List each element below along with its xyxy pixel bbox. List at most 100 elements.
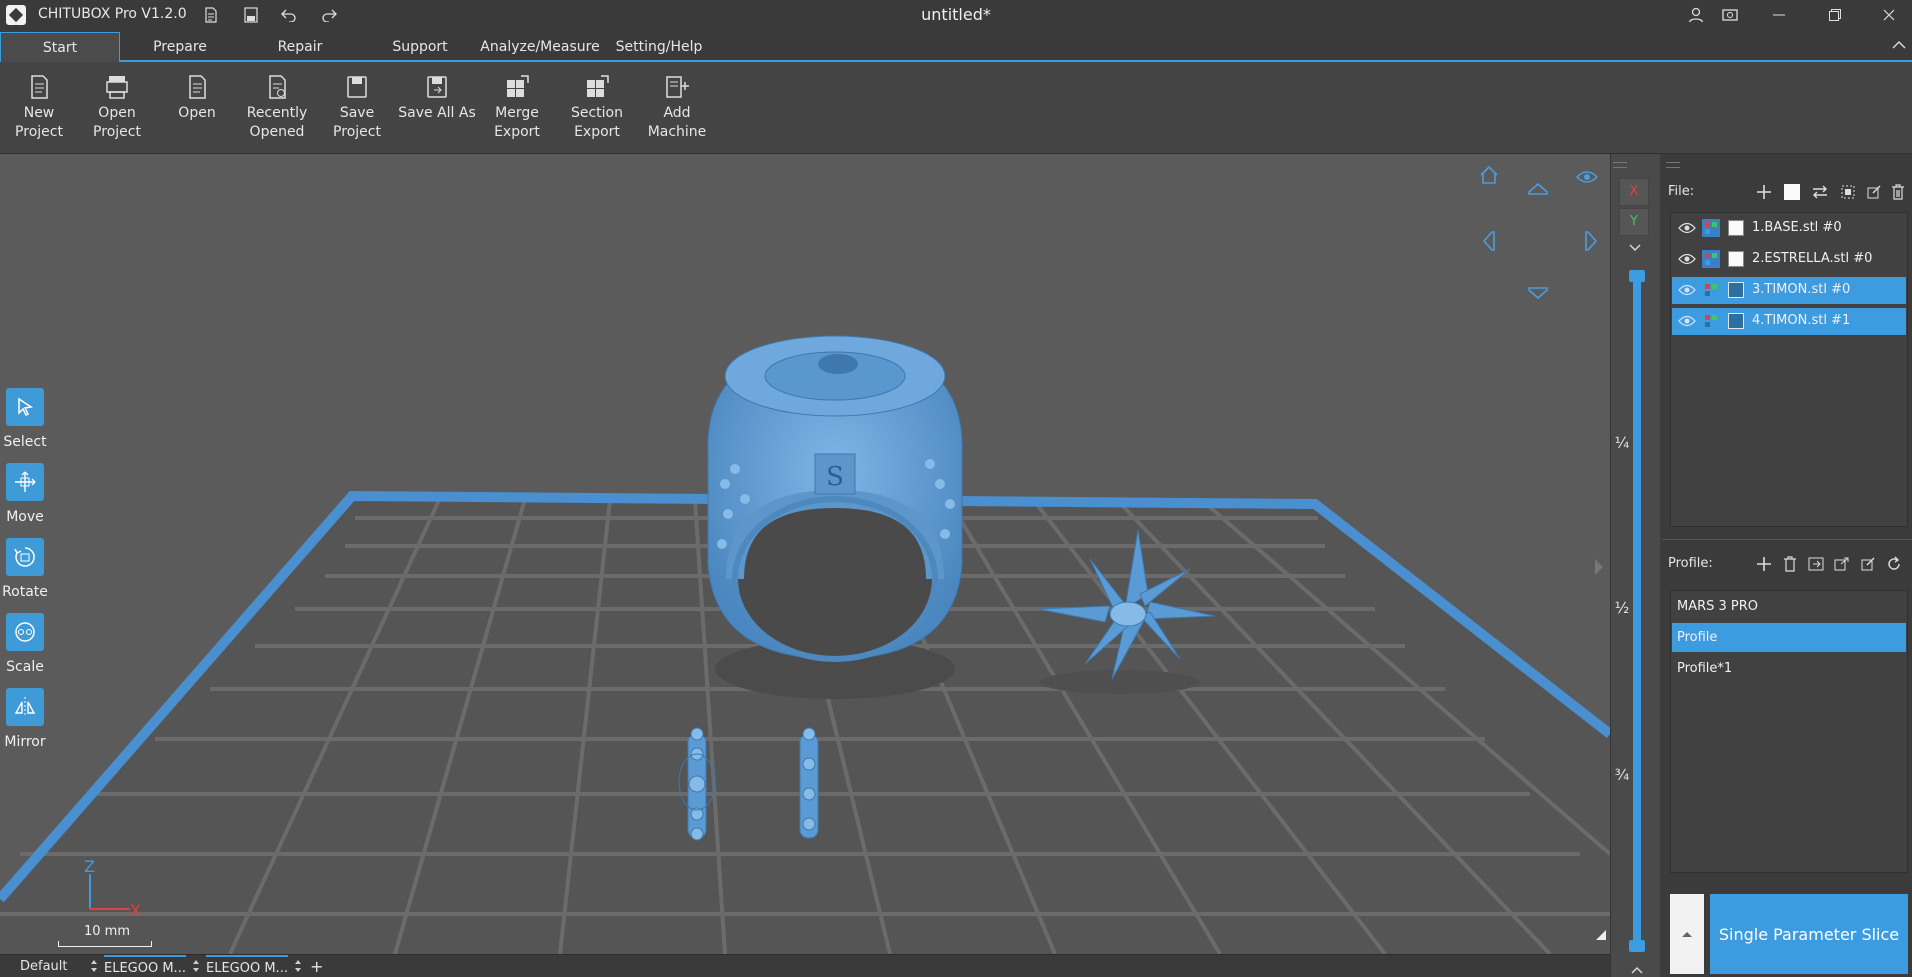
tab-start[interactable]: Start [0, 32, 120, 64]
section-export-icon [587, 75, 609, 97]
machine-tab-elegoo-2[interactable]: ELEGOO M... [206, 955, 288, 977]
swap-icon[interactable] [1810, 182, 1830, 202]
timon-model-2[interactable] [799, 727, 819, 839]
delete-profile-icon[interactable] [1780, 554, 1800, 574]
top-view-icon[interactable] [1525, 176, 1551, 202]
new-project-icon [31, 75, 48, 99]
screenshot-icon[interactable] [1719, 4, 1741, 26]
scale-tool-button[interactable] [6, 613, 44, 651]
select-all-checkbox[interactable] [1782, 182, 1802, 202]
file-list: 1.BASE.stl #0 2.ESTRELLA.stl #0 3.TIMON.… [1670, 212, 1908, 527]
save-all-as-icon [427, 76, 447, 98]
tab-repair[interactable]: Repair [260, 32, 340, 62]
right-panel: File: 1.BASE.stl #0 2.ESTRELLA.stl #0 3.… [1662, 154, 1912, 977]
select-tool-button[interactable] [6, 388, 44, 426]
slice-options-button[interactable] [1670, 894, 1704, 974]
add-machine-tab-icon[interactable]: + [310, 955, 323, 977]
axis-dropdown-icon[interactable] [1627, 242, 1643, 254]
home-view-icon[interactable] [1476, 162, 1502, 188]
open-project-label-1: Open [98, 105, 136, 121]
export-profile-icon[interactable] [1832, 554, 1852, 574]
title-bar: CHITUBOX Pro V1.2.0 untitled* [0, 0, 1912, 30]
file-section-label: File: [1668, 184, 1695, 199]
file-item-base[interactable]: 1.BASE.stl #0 [1672, 215, 1906, 242]
ring-model[interactable]: S [707, 335, 963, 662]
undo-icon[interactable] [278, 4, 300, 26]
axis-x-label: X [130, 901, 141, 920]
close-button[interactable] [1866, 0, 1912, 30]
file-checkbox[interactable] [1728, 313, 1744, 329]
machine-tab-elegoo-1[interactable]: ELEGOO M... [104, 955, 186, 977]
save-icon[interactable] [240, 4, 262, 26]
recently-opened-button[interactable]: Recently Opened [238, 74, 316, 142]
minimize-button[interactable] [1756, 0, 1802, 30]
right-view-icon[interactable] [1578, 228, 1604, 254]
recently-opened-label-2: Opened [249, 124, 305, 140]
slider-collapse-icon[interactable] [1629, 964, 1645, 976]
open-project-button[interactable]: Open Project [78, 74, 156, 142]
machine-tab-default[interactable]: Default [20, 955, 68, 977]
rotate-tool-button[interactable] [6, 538, 44, 576]
profile-item-profile-1[interactable]: Profile*1 [1672, 654, 1906, 683]
profile-item-mars-3-pro[interactable]: MARS 3 PRO [1672, 592, 1906, 621]
file-item-timon-0[interactable]: 3.TIMON.stl #0 [1672, 277, 1906, 304]
open-file-icon [189, 75, 206, 99]
merge-export-button[interactable]: Merge Export [478, 74, 556, 142]
axis-y-button[interactable]: Y [1619, 208, 1649, 236]
tab-analyze-measure[interactable]: Analyze/Measure [480, 32, 600, 62]
save-project-button[interactable]: Save Project [318, 74, 396, 142]
section-export-button[interactable]: Section Export [558, 74, 636, 142]
tab-setting-help[interactable]: Setting/Help [614, 32, 704, 62]
import-profile-icon[interactable] [1806, 554, 1826, 574]
open-button[interactable]: Open [158, 74, 236, 123]
profile-section-label: Profile: [1668, 556, 1713, 571]
collapse-ribbon-icon[interactable] [1890, 36, 1908, 54]
slider-mark-three-quarter: ¾ [1614, 766, 1630, 784]
move-tool-button[interactable] [6, 463, 44, 501]
file-item-estrella[interactable]: 2.ESTRELLA.stl #0 [1672, 246, 1906, 273]
add-machine-label-1: Add [663, 105, 691, 121]
visibility-eye-icon[interactable] [1574, 164, 1600, 190]
bottom-view-icon[interactable] [1525, 280, 1551, 306]
delete-icon[interactable] [1888, 182, 1908, 202]
slider-bottom-handle[interactable] [1629, 940, 1645, 952]
left-view-icon[interactable] [1476, 228, 1502, 254]
edit-profile-icon[interactable] [1858, 554, 1878, 574]
axis-x-button[interactable]: X [1619, 178, 1649, 206]
3d-viewport[interactable]: S Z X Select Move Rotate Scale Mirror 10… [0, 154, 1610, 954]
recently-opened-label-1: Recently [246, 105, 308, 121]
redo-icon[interactable] [318, 4, 340, 26]
menu-bar: Start Prepare Repair Support Analyze/Mea… [0, 30, 1912, 64]
file-checkbox[interactable] [1728, 220, 1744, 236]
mirror-tool-label: Mirror [4, 734, 46, 750]
group-icon[interactable] [1838, 182, 1858, 202]
add-machine-button[interactable]: Add Machine [638, 74, 716, 142]
profile-list: MARS 3 PRO Profile Profile*1 [1670, 590, 1908, 873]
restore-button[interactable] [1812, 0, 1858, 30]
layer-slider-track[interactable] [1633, 276, 1641, 948]
slider-top-handle[interactable] [1629, 270, 1645, 282]
save-all-as-button[interactable]: Save All As [398, 74, 476, 123]
user-icon[interactable] [1685, 4, 1707, 26]
add-file-icon[interactable] [1754, 182, 1774, 202]
refresh-profile-icon[interactable] [1884, 554, 1904, 574]
tab-support[interactable]: Support [380, 32, 460, 62]
single-parameter-slice-button[interactable]: Single Parameter Slice [1710, 894, 1908, 974]
edit-icon[interactable] [1864, 182, 1884, 202]
mirror-tool-button[interactable] [6, 688, 44, 726]
new-file-icon[interactable] [200, 4, 222, 26]
file-checkbox[interactable] [1728, 251, 1744, 267]
status-bar: Default ELEGOO M... ELEGOO M... + [0, 954, 1610, 977]
add-profile-icon[interactable] [1754, 554, 1774, 574]
chevron-up-icon [1682, 932, 1692, 937]
mirror-icon [14, 697, 36, 717]
expand-panel-icon[interactable] [1586, 554, 1610, 580]
file-item-timon-1[interactable]: 4.TIMON.stl #1 [1672, 308, 1906, 335]
new-project-button[interactable]: New Project [0, 74, 78, 142]
eye-icon [1678, 284, 1696, 296]
profile-item-profile[interactable]: Profile [1672, 623, 1906, 652]
file-checkbox[interactable] [1728, 282, 1744, 298]
tab-prepare[interactable]: Prepare [140, 32, 220, 62]
move-tool-label: Move [6, 509, 44, 525]
layer-slider-panel: X Y ¼ ½ ¾ [1610, 154, 1660, 977]
